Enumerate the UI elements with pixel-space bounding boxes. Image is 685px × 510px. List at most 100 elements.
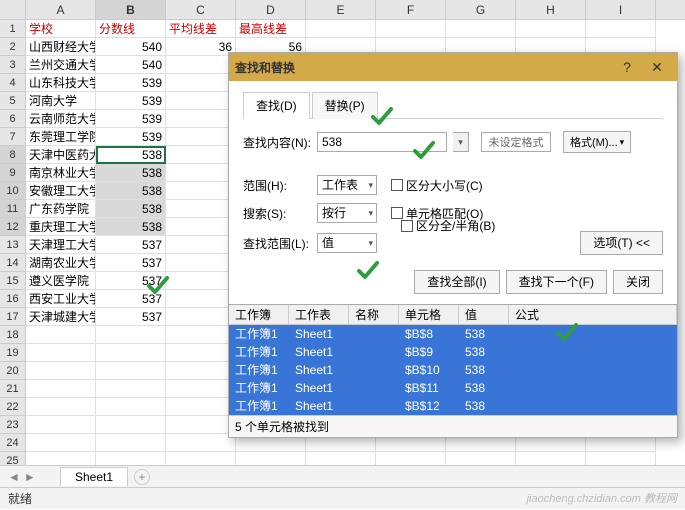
row-header[interactable]: 22 — [0, 398, 26, 416]
row-header[interactable]: 17 — [0, 308, 26, 326]
options-button[interactable]: 选项(T) << — [580, 231, 663, 255]
cell[interactable] — [96, 434, 166, 452]
cell[interactable]: 天津城建大学 — [26, 308, 96, 326]
cell[interactable]: 538 — [96, 200, 166, 218]
row-header[interactable]: 18 — [0, 326, 26, 344]
col-cell[interactable]: 单元格 — [399, 305, 459, 324]
cell[interactable] — [26, 434, 96, 452]
sheet-tab-sheet1[interactable]: Sheet1 — [60, 467, 128, 486]
row-header[interactable]: 4 — [0, 74, 26, 92]
results-list[interactable]: 工作簿1Sheet1$B$8538工作簿1Sheet1$B$9538工作簿1Sh… — [229, 325, 677, 415]
col-value[interactable]: 值 — [459, 305, 509, 324]
cell[interactable]: 西安工业大学 — [26, 290, 96, 308]
row-header[interactable]: 1 — [0, 20, 26, 38]
tab-replace[interactable]: 替换(P) — [312, 92, 378, 119]
chevron-left-icon[interactable]: ◄ — [8, 470, 20, 484]
row-header[interactable]: 19 — [0, 344, 26, 362]
cell[interactable]: 安徽理工大学 — [26, 182, 96, 200]
cell[interactable] — [166, 128, 236, 146]
row-header[interactable]: 23 — [0, 416, 26, 434]
close-button[interactable]: 关闭 — [613, 270, 663, 294]
cell[interactable] — [166, 434, 236, 452]
cell[interactable] — [166, 362, 236, 380]
close-icon[interactable]: ✕ — [643, 57, 671, 77]
cell[interactable]: 湖南农业大学 — [26, 254, 96, 272]
col-workbook[interactable]: 工作簿 — [229, 305, 289, 324]
find-all-button[interactable]: 查找全部(I) — [414, 270, 499, 294]
column-header-A[interactable]: A — [26, 0, 96, 19]
cell[interactable] — [166, 182, 236, 200]
column-header-G[interactable]: G — [446, 0, 516, 19]
row-header[interactable]: 20 — [0, 362, 26, 380]
cell[interactable]: 540 — [96, 38, 166, 56]
cell[interactable] — [166, 416, 236, 434]
find-next-button[interactable]: 查找下一个(F) — [506, 270, 607, 294]
cell[interactable]: 山西财经大学 — [26, 38, 96, 56]
dialog-titlebar[interactable]: 查找和替换 ? ✕ — [229, 53, 677, 81]
within-combo[interactable]: 工作表 — [317, 175, 377, 195]
cell[interactable]: 538 — [96, 146, 166, 164]
cell[interactable]: 539 — [96, 92, 166, 110]
row-header[interactable]: 13 — [0, 236, 26, 254]
cell[interactable] — [166, 380, 236, 398]
cell[interactable]: 539 — [96, 128, 166, 146]
column-header-D[interactable]: D — [236, 0, 306, 19]
cell[interactable]: 天津理工大学 — [26, 236, 96, 254]
cell[interactable] — [26, 398, 96, 416]
cell[interactable]: 河南大学 — [26, 92, 96, 110]
row-header[interactable]: 12 — [0, 218, 26, 236]
row-header[interactable]: 14 — [0, 254, 26, 272]
cell[interactable]: 南京林业大学 — [26, 164, 96, 182]
row-header[interactable]: 16 — [0, 290, 26, 308]
cell[interactable] — [26, 416, 96, 434]
checkbox-match-width[interactable]: 区分全/半角(B) — [401, 217, 495, 234]
cell[interactable]: 云南师范大学 — [26, 110, 96, 128]
cell[interactable] — [376, 20, 446, 38]
result-row[interactable]: 工作簿1Sheet1$B$12538 — [229, 397, 677, 415]
result-row[interactable]: 工作簿1Sheet1$B$8538 — [229, 325, 677, 343]
row-header[interactable]: 15 — [0, 272, 26, 290]
cell[interactable] — [166, 326, 236, 344]
cell[interactable]: 537 — [96, 254, 166, 272]
cell[interactable] — [26, 344, 96, 362]
row-header[interactable]: 10 — [0, 182, 26, 200]
row-header[interactable]: 6 — [0, 110, 26, 128]
cell[interactable]: 平均线差 — [166, 20, 236, 38]
cell[interactable] — [166, 92, 236, 110]
search-combo[interactable]: 按行 — [317, 203, 377, 223]
cell[interactable]: 兰州交通大学 — [26, 56, 96, 74]
cell[interactable] — [26, 362, 96, 380]
cell[interactable]: 分数线 — [96, 20, 166, 38]
add-sheet-button[interactable]: + — [134, 469, 150, 485]
cell[interactable]: 山东科技大学 — [26, 74, 96, 92]
cell[interactable]: 遵义医学院 — [26, 272, 96, 290]
row-header[interactable]: 5 — [0, 92, 26, 110]
cell[interactable]: 539 — [96, 110, 166, 128]
cell[interactable] — [96, 416, 166, 434]
format-button[interactable]: 格式(M)...▾ — [563, 131, 631, 153]
cell[interactable]: 天津中医药大学 — [26, 146, 96, 164]
cell[interactable] — [166, 200, 236, 218]
cell[interactable] — [166, 56, 236, 74]
result-row[interactable]: 工作簿1Sheet1$B$9538 — [229, 343, 677, 361]
cell[interactable] — [516, 20, 586, 38]
results-header[interactable]: 工作簿 工作表 名称 单元格 值 公式 — [229, 305, 677, 325]
result-row[interactable]: 工作簿1Sheet1$B$10538 — [229, 361, 677, 379]
cell[interactable] — [26, 326, 96, 344]
cell[interactable] — [166, 344, 236, 362]
find-input[interactable] — [317, 132, 447, 152]
cell[interactable] — [166, 272, 236, 290]
cell[interactable]: 537 — [96, 308, 166, 326]
cell[interactable]: 539 — [96, 74, 166, 92]
help-button[interactable]: ? — [613, 57, 641, 77]
row-header[interactable]: 9 — [0, 164, 26, 182]
row-header[interactable]: 24 — [0, 434, 26, 452]
select-all-corner[interactable] — [0, 0, 26, 19]
col-formula[interactable]: 公式 — [509, 305, 677, 324]
column-header-F[interactable]: F — [376, 0, 446, 19]
row-header[interactable]: 3 — [0, 56, 26, 74]
checkbox-match-case[interactable]: 区分大小写(C) — [391, 177, 483, 194]
cell[interactable] — [166, 398, 236, 416]
cell[interactable]: 学校 — [26, 20, 96, 38]
cell[interactable] — [166, 308, 236, 326]
